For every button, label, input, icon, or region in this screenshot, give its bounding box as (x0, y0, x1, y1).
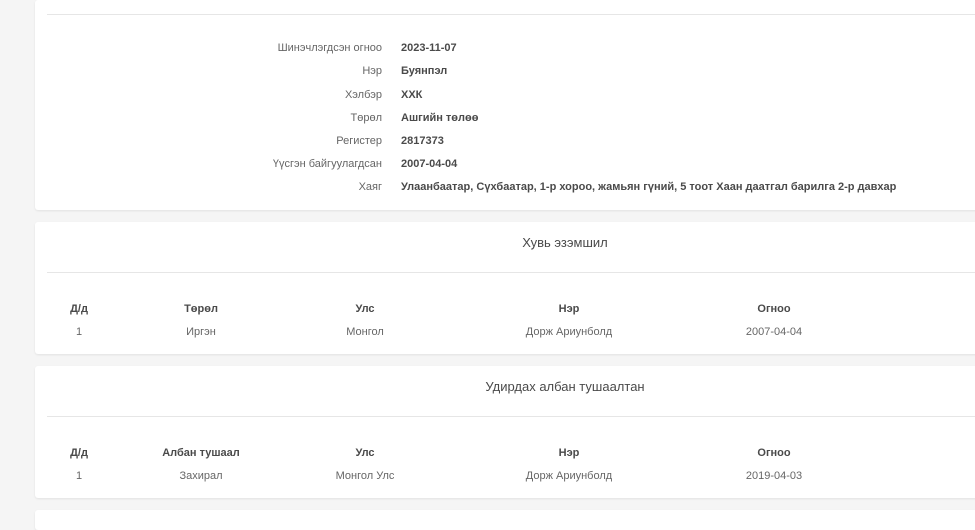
info-row-name: Нэр Буянпэл (35, 61, 975, 81)
column-header: Огноо (757, 447, 791, 459)
info-label: Регистер (336, 135, 382, 147)
divider (47, 14, 975, 15)
table-cell: Иргэн (186, 326, 216, 338)
table-cell: 1 (75, 470, 83, 482)
info-row-form: Хэлбэр ХХК (35, 85, 975, 105)
column-header: Төрөл (184, 303, 218, 315)
info-label: Нэр (362, 65, 382, 77)
next-card (35, 510, 975, 530)
info-row-updated: Шинэчлэгдсэн огноо 2023-11-07 (35, 38, 975, 58)
table-cell: 2019-04-03 (745, 470, 803, 482)
info-label: Хаяг (358, 181, 382, 193)
divider (47, 272, 975, 273)
info-row-founded: Үүсгэн байгуулагдсан 2007-04-04 (35, 154, 975, 174)
column-header: Улс (355, 447, 375, 459)
table-cell: 1 (75, 326, 83, 338)
section-title: Хувь эзэмшил (522, 235, 608, 250)
column-header: Д/д (70, 447, 88, 459)
officials-card: Удирдах албан тушаалтан Д/д Албан тушаал… (35, 366, 975, 498)
info-value: Ашгийн төлөө (401, 112, 479, 124)
info-value: 2007-04-04 (401, 158, 458, 170)
column-header: Улс (355, 303, 375, 315)
divider (47, 416, 975, 417)
info-value: Буянпэл (401, 65, 448, 77)
table-cell: 2007-04-04 (745, 326, 803, 338)
column-header: Албан тушаал (162, 447, 240, 459)
column-header: Нэр (558, 303, 580, 315)
info-value: 2023-11-07 (401, 42, 457, 54)
column-header: Д/д (70, 303, 88, 315)
section-title: Удирдах албан тушаалтан (485, 379, 645, 394)
info-label: Шинэчлэгдсэн огноо (277, 42, 382, 54)
info-row-address: Хаяг Улаанбаатар, Сүхбаатар, 1-р хороо, … (35, 177, 975, 197)
info-label: Төрөл (350, 112, 383, 124)
table-cell: Дорж Ариунболд (525, 326, 613, 338)
column-header: Огноо (757, 303, 791, 315)
info-label: Үүсгэн байгуулагдсан (272, 158, 382, 170)
info-label: Хэлбэр (344, 89, 382, 101)
table-cell: Монгол (346, 326, 384, 338)
info-row-type: Төрөл Ашгийн төлөө (35, 108, 975, 128)
info-value: ХХК (401, 89, 423, 101)
info-value: 2817373 (401, 135, 444, 147)
info-row-register: Регистер 2817373 (35, 131, 975, 151)
table-cell: Дорж Ариунболд (525, 470, 613, 482)
info-value: Улаанбаатар, Сүхбаатар, 1-р хороо, жамья… (401, 181, 897, 193)
company-info-card: Шинэчлэгдсэн огноо 2023-11-07 Нэр Буянпэ… (35, 0, 975, 210)
table-cell: Захирал (179, 470, 223, 482)
column-header: Нэр (558, 447, 580, 459)
ownership-card: Хувь эзэмшил Д/д Төрөл Улс Нэр Огноо 1 И… (35, 222, 975, 354)
table-cell: Монгол Улс (335, 470, 395, 482)
